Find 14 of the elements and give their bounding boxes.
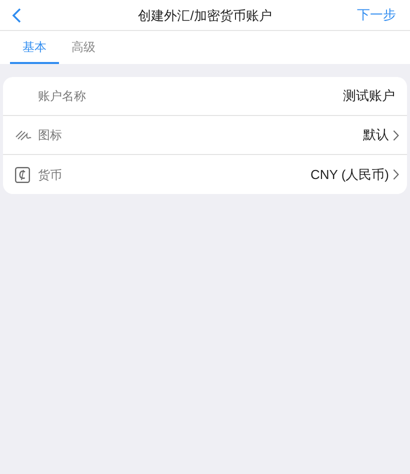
tab[interactable]: 高级 [59,31,108,64]
row-label: 货币 [38,166,62,184]
row-label: 图标 [38,127,62,144]
list-item[interactable]: 货币 CNY (人民币) [3,155,407,194]
row-value: CNY (人民币) [310,166,389,184]
list-item[interactable]: 图标 默认 [3,116,407,155]
input-field[interactable]: 账户名称 测试账户 [3,77,407,116]
page-title: 创建外汇/加密货币账户 [138,7,272,25]
row-value: 测试账户 [343,87,395,106]
currency-icon [15,166,30,182]
back-icon [12,8,20,22]
signature-icon [15,129,32,141]
row-value: 默认 [363,126,389,144]
row-label: 账户名称 [38,88,86,105]
